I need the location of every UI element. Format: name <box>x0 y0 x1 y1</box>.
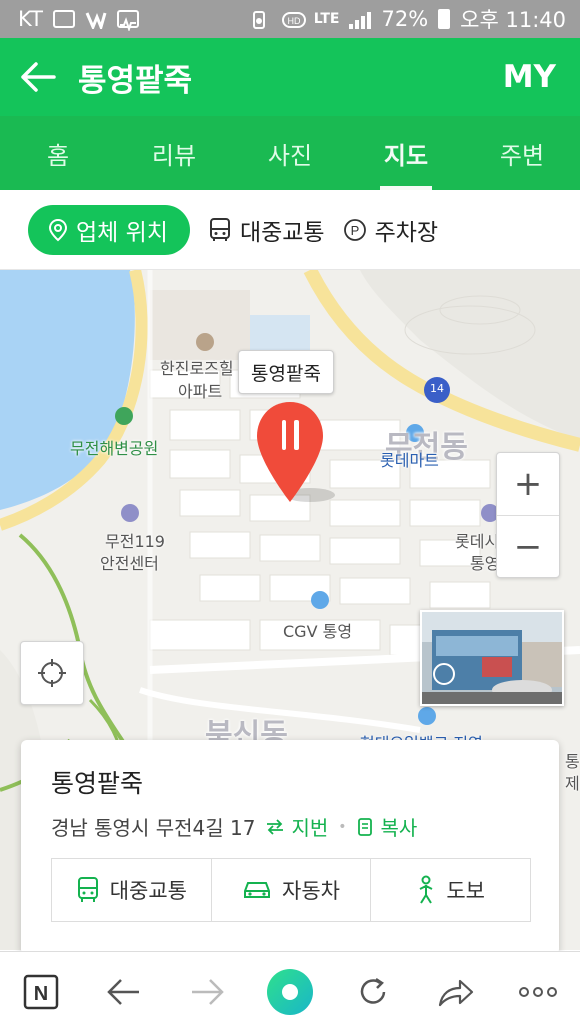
route-options: 대중교통 자동차 도보 <box>51 858 531 922</box>
browser-toolbar: N <box>0 951 580 1032</box>
address-row: 경남 통영시 무전4길 17 지번 • 복사 <box>51 812 417 841</box>
route-car-button[interactable]: 자동차 <box>212 859 372 921</box>
copy-label: 복사 <box>380 816 418 840</box>
transit-chip-label: 대중교통 <box>239 219 325 246</box>
tab-bar: 홈 리뷰 사진 지도 주변 <box>0 116 580 190</box>
place-info-card: 통영팥죽 경남 통영시 무전4길 17 지번 • 복사 대중교통 자동차 도보 <box>21 740 559 955</box>
battery-saver-icon <box>250 10 272 29</box>
clock: 오후 11:40 <box>460 8 566 32</box>
more-button[interactable] <box>508 962 568 1022</box>
gallery-icon <box>52 10 75 28</box>
map-label-apt: 한진로즈힐 <box>160 359 234 378</box>
zoom-in-button[interactable]: + <box>497 453 559 516</box>
browser-forward-button[interactable] <box>177 962 237 1022</box>
street-view-thumbnail[interactable] <box>420 610 564 706</box>
tab-review[interactable]: 리뷰 <box>116 116 232 190</box>
browser-back-button[interactable] <box>94 962 154 1022</box>
route-walk-button[interactable]: 도보 <box>371 859 530 921</box>
transit-chip[interactable]: 대중교통 <box>208 205 325 255</box>
network-type: LTE <box>313 11 340 27</box>
share-icon <box>438 979 473 1007</box>
refresh-icon <box>360 977 386 1004</box>
share-button[interactable] <box>426 962 486 1022</box>
map-label-fire2: 안전센터 <box>100 554 159 573</box>
green-dot-icon <box>266 969 313 1015</box>
copy-link[interactable]: 복사 <box>357 812 418 841</box>
map-label-mart: 롯데마트 <box>380 451 439 470</box>
parking-chip[interactable]: P 주차장 <box>343 205 438 255</box>
green-dot-button[interactable] <box>260 962 320 1022</box>
parking-icon: P <box>343 218 366 241</box>
route-transit-label: 대중교통 <box>109 879 187 903</box>
restaurant-marker-icon[interactable] <box>257 402 335 502</box>
tab-home[interactable]: 홈 <box>0 116 116 190</box>
location-chip[interactable]: 업체 위치 <box>28 204 190 255</box>
swap-icon <box>267 818 284 835</box>
signal-icon <box>349 9 372 29</box>
svg-text:P: P <box>350 223 359 238</box>
more-icon <box>519 987 558 997</box>
walk-icon <box>419 875 433 904</box>
parking-chip-label: 주차장 <box>374 219 439 246</box>
pin-icon <box>48 218 68 241</box>
bus-icon <box>209 217 230 241</box>
tab-nearby[interactable]: 주변 <box>464 116 580 190</box>
route-walk-label: 도보 <box>446 879 485 903</box>
naver-home-button[interactable]: N <box>11 962 71 1022</box>
map-filter-bar: 업체 위치 대중교통 P 주차장 <box>0 190 580 270</box>
tab-photo[interactable]: 사진 <box>232 116 348 190</box>
route-transit-button[interactable]: 대중교통 <box>52 859 212 921</box>
lot-number-label: 지번 <box>291 816 329 840</box>
location-chip-label: 업체 위치 <box>76 219 168 246</box>
svg-text:HD: HD <box>287 16 300 26</box>
place-callout[interactable]: 통영팥죽 <box>238 350 334 394</box>
battery-icon <box>438 9 451 29</box>
bus-icon <box>77 877 98 902</box>
lot-number-link[interactable]: 지번 <box>265 812 328 841</box>
map-label-edge1: 통 <box>565 752 580 771</box>
status-bar: KT HD LTE 72% 오후 11:40 <box>0 0 580 38</box>
zoom-control: + − <box>496 452 560 578</box>
route-car-label: 자동차 <box>282 879 340 903</box>
app-header: 통영팥죽 MY <box>0 38 580 116</box>
refresh-button[interactable] <box>343 962 403 1022</box>
map-label-fire1: 무전119 <box>105 532 165 551</box>
crosshair-icon <box>38 659 66 687</box>
arrow-left-icon <box>107 979 140 1005</box>
carrier-label: KT <box>18 7 43 31</box>
back-button[interactable] <box>18 57 58 97</box>
copy-icon <box>357 817 372 836</box>
notification-icon <box>85 10 107 32</box>
map-label-apt2: 아파트 <box>178 382 223 401</box>
separator-dot: • <box>338 818 347 835</box>
road-number: 14 <box>430 382 444 395</box>
street-view-image <box>422 612 562 704</box>
my-location-button[interactable] <box>20 641 84 705</box>
arrow-left-icon <box>21 62 56 92</box>
place-name: 통영팥죽 <box>51 769 144 798</box>
map-label-cinema: CGV 통영 <box>283 622 353 641</box>
page-title: 통영팥죽 <box>78 62 193 99</box>
arrow-right-icon <box>192 979 224 1005</box>
map-label-edge2: 제 <box>565 774 580 793</box>
battery-percent: 72% <box>381 7 429 31</box>
map-label-park: 무전해변공원 <box>70 439 159 458</box>
naver-logo-icon: N <box>24 974 59 1010</box>
place-address: 경남 통영시 무전4길 17 <box>51 816 256 840</box>
my-button[interactable]: MY <box>503 59 556 95</box>
activity-icon <box>116 10 139 33</box>
hd-icon: HD <box>281 10 306 28</box>
car-icon <box>244 882 271 898</box>
zoom-out-button[interactable]: − <box>497 516 559 578</box>
svg-text:N: N <box>34 983 48 1005</box>
tab-map[interactable]: 지도 <box>348 116 464 190</box>
